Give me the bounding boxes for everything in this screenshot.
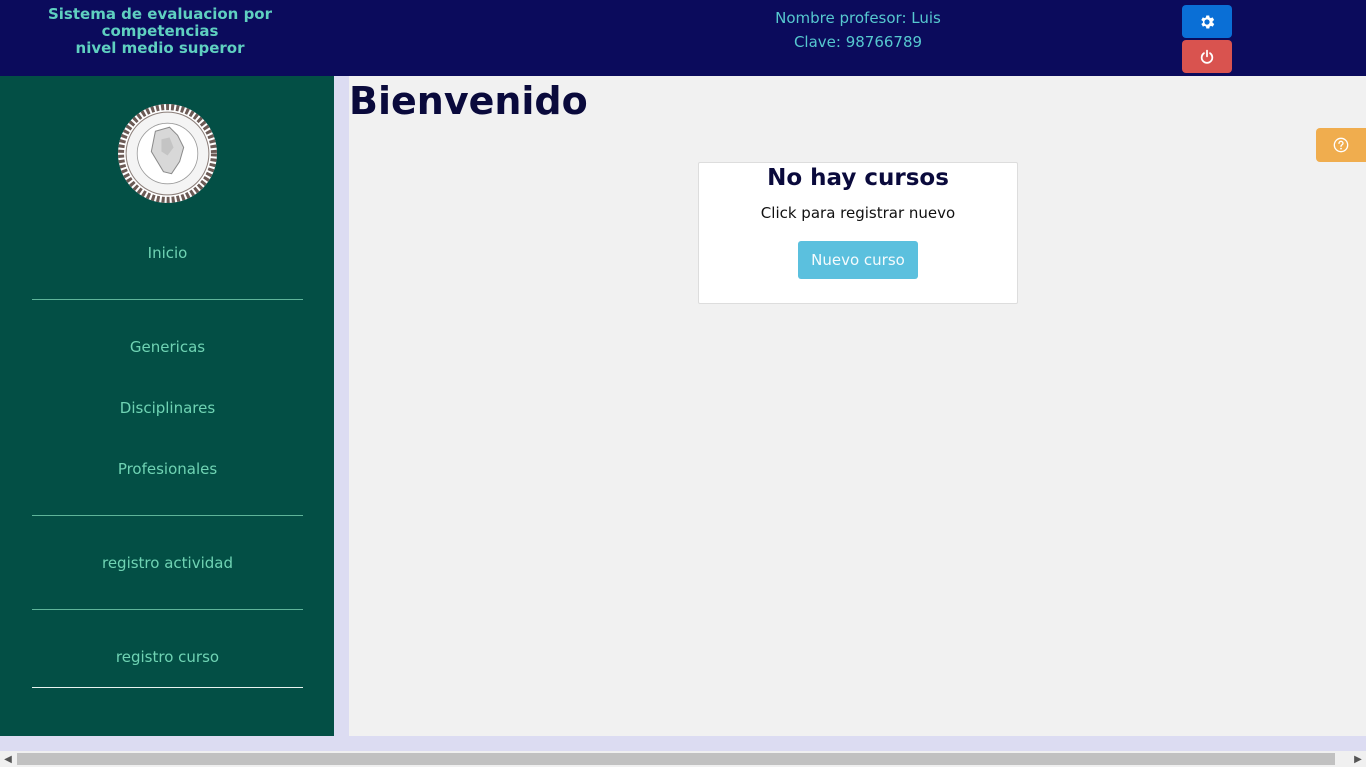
app-title: Sistema de evaluacion por competencias n… [0,6,320,57]
power-icon [1200,49,1214,64]
sidebar-divider [32,687,303,688]
teacher-name: Nombre profesor: Luis [775,9,941,27]
settings-button[interactable] [1182,5,1232,38]
sidebar-item-label: Genericas [129,338,206,356]
horizontal-scrollbar[interactable]: ◀ ▶ [0,751,1366,767]
sidebar-item-disciplinares[interactable]: Disciplinares [32,399,303,417]
teacher-info: Nombre profesor: Luis Clave: 98766789 [708,6,1008,54]
main-content: Bienvenido No hay cursos Click para regi… [349,76,1366,736]
sidebar-item-label: Disciplinares [119,399,216,417]
header-bar: Sistema de evaluacion por competencias n… [0,0,1366,76]
sidebar: Inicio Genericas Disciplinares Profesion… [0,76,334,736]
sidebar-item-inicio[interactable]: Inicio [32,244,303,262]
scroll-left-arrow-icon[interactable]: ◀ [0,751,16,767]
scrollbar-thumb[interactable] [17,753,1335,765]
sidebar-item-profesionales[interactable]: Profesionales [32,460,303,478]
card-title: No hay cursos [767,165,949,191]
sidebar-item-label: registro curso [115,648,220,666]
school-seal-logo [118,104,217,203]
new-course-button[interactable]: Nuevo curso [798,241,918,279]
sidebar-divider [32,515,303,516]
app-title-line-1: Sistema de evaluacion por competencias [47,5,273,40]
sidebar-item-label: registro actividad [101,554,233,572]
teacher-key: Clave: 98766789 [793,33,923,51]
question-circle-icon [1333,137,1349,153]
sidebar-item-registro-actividad[interactable]: registro actividad [32,554,303,572]
sidebar-item-label: Inicio [147,244,188,262]
card-text: Click para registrar nuevo [760,204,956,222]
sidebar-gutter [334,76,349,736]
gear-icon [1201,14,1215,29]
help-button[interactable] [1316,128,1366,162]
sidebar-item-label: Profesionales [117,460,218,478]
sidebar-item-registro-curso[interactable]: registro curso [32,648,303,666]
empty-courses-card: No hay cursos Click para registrar nuevo… [698,162,1018,304]
app-title-line-2: nivel medio superor [75,39,245,57]
scroll-right-arrow-icon[interactable]: ▶ [1350,751,1366,767]
sidebar-divider [32,609,303,610]
sidebar-divider [32,299,303,300]
logout-button[interactable] [1182,40,1232,73]
sidebar-item-genericas[interactable]: Genericas [32,338,303,356]
page-title: Bienvenido [349,79,588,123]
